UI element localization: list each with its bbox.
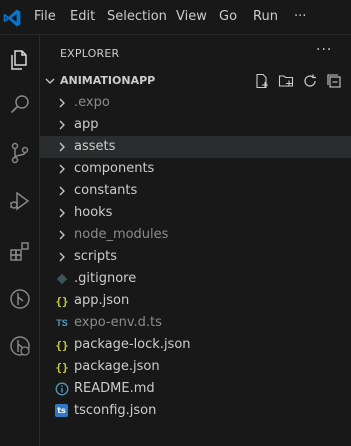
tree-folder-row[interactable]: app	[40, 114, 351, 136]
tree-file-row[interactable]: README.md	[40, 378, 351, 400]
collapse-all-icon[interactable]	[326, 73, 342, 89]
extensions-icon	[10, 242, 29, 261]
info-icon	[55, 382, 69, 396]
menu-selection[interactable]: Selection	[107, 9, 167, 24]
tree-item-label: components	[74, 161, 155, 176]
menu-more-button[interactable]: ···	[294, 9, 306, 24]
tree-item-label: scripts	[74, 249, 117, 264]
tree-file-row[interactable]: ts tsconfig.json	[40, 400, 351, 422]
files-icon	[11, 50, 27, 70]
tree-file-row[interactable]: {} package.json	[40, 356, 351, 378]
tree-item-label: constants	[74, 183, 138, 198]
tsconfig-file-icon: ts	[55, 404, 68, 417]
tree-item-label: hooks	[74, 205, 113, 220]
tree-item-label: tsconfig.json	[74, 403, 157, 418]
tree-folder-row[interactable]: constants	[40, 180, 351, 202]
test-icon	[10, 336, 30, 356]
vscode-logo-icon[interactable]	[2, 8, 22, 28]
tree-file-row[interactable]: {} package-lock.json	[40, 334, 351, 356]
remote-explorer-button[interactable]	[0, 279, 40, 319]
menu-edit[interactable]: Edit	[70, 9, 95, 24]
workspace-title: ANIMATIONAPP	[60, 74, 156, 87]
chevron-right-icon	[59, 208, 65, 218]
search-button[interactable]	[0, 85, 40, 125]
json-file-icon: {}	[55, 338, 69, 352]
source-control-button[interactable]	[0, 133, 40, 173]
tree-folder-row[interactable]: scripts	[40, 246, 351, 268]
chevron-right-icon	[59, 164, 65, 174]
json-file-icon: {}	[55, 360, 69, 374]
tree-folder-row[interactable]: components	[40, 158, 351, 180]
tree-item-label: expo-env.d.ts	[74, 315, 162, 330]
chevron-right-icon	[59, 186, 65, 196]
activity-bar	[0, 35, 40, 446]
tree-item-label: README.md	[74, 381, 155, 396]
new-folder-icon[interactable]	[278, 73, 294, 89]
sidebar-more-button[interactable]: ···	[316, 42, 332, 58]
tree-file-row[interactable]: {} app.json	[40, 290, 351, 312]
tree-folder-row[interactable]: .expo	[40, 92, 351, 114]
chevron-right-icon	[59, 252, 65, 262]
extensions-button[interactable]	[0, 231, 40, 271]
source-control-icon	[11, 142, 29, 164]
refresh-icon[interactable]	[302, 73, 318, 89]
explorer-sidebar: EXPLORER ··· ANIMATIONAPP .expo app asse…	[40, 35, 351, 446]
run-debug-button[interactable]	[0, 181, 40, 221]
tree-folder-row[interactable]: hooks	[40, 202, 351, 224]
menu-view[interactable]: View	[176, 9, 207, 24]
tree-item-label: app	[74, 117, 99, 132]
tree-file-row[interactable]: .gitignore	[40, 268, 351, 290]
tree-item-label: node_modules	[74, 227, 169, 242]
testing-button[interactable]	[0, 326, 40, 366]
tree-file-row[interactable]: TS expo-env.d.ts	[40, 312, 351, 334]
tree-item-label: package-lock.json	[74, 337, 191, 352]
menu-go[interactable]: Go	[219, 9, 237, 24]
remote-explorer-icon	[10, 289, 30, 309]
chevron-right-icon	[59, 230, 65, 240]
menu-file[interactable]: File	[34, 9, 56, 24]
chevron-right-icon	[59, 98, 65, 108]
sidebar-title: EXPLORER	[60, 47, 120, 60]
workspace-section-header[interactable]: ANIMATIONAPP	[40, 70, 351, 92]
run-debug-icon	[10, 191, 30, 211]
tree-item-label: assets	[74, 139, 116, 154]
json-file-icon: {}	[55, 294, 69, 308]
search-icon	[10, 95, 29, 114]
tree-item-label: .gitignore	[74, 271, 137, 286]
explorer-button[interactable]	[0, 40, 40, 80]
chevron-right-icon	[59, 120, 65, 130]
chevron-down-icon	[45, 78, 55, 84]
new-file-icon[interactable]	[254, 73, 270, 89]
tree-item-label: .expo	[74, 95, 110, 110]
tree-item-label: package.json	[74, 359, 160, 374]
menu-run[interactable]: Run	[253, 9, 278, 24]
tree-folder-row[interactable]: node_modules	[40, 224, 351, 246]
title-bar: File Edit Selection View Go Run ···	[0, 0, 351, 35]
typescript-file-icon: TS	[56, 318, 68, 328]
tree-folder-row[interactable]: assets	[40, 136, 351, 158]
git-file-icon	[55, 272, 69, 286]
tree-item-label: app.json	[74, 293, 130, 308]
chevron-right-icon	[59, 142, 65, 152]
